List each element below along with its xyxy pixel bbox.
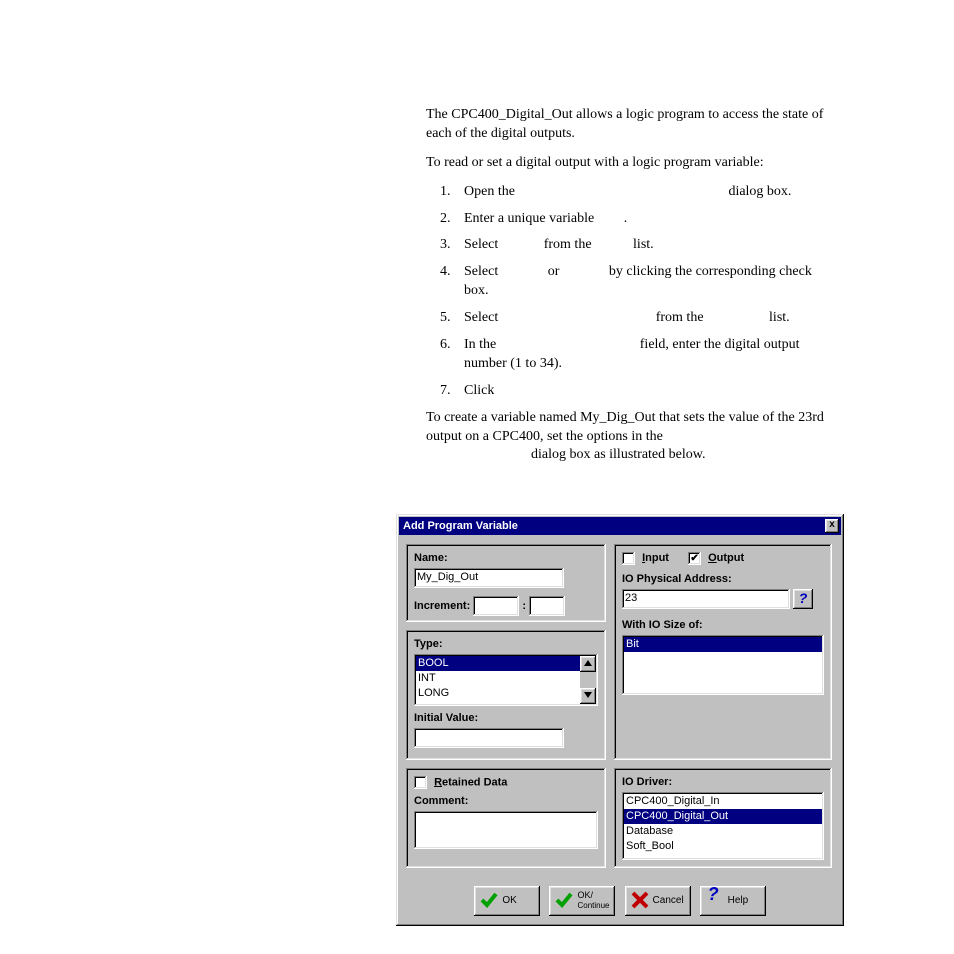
checkbox-unchecked-icon [414, 776, 427, 789]
io-address-label: IO Physical Address: [622, 573, 824, 585]
io-driver-item-database[interactable]: Database [624, 824, 822, 839]
checkmark-icon [555, 891, 573, 912]
x-icon [631, 891, 649, 912]
type-item-long[interactable]: LONG [416, 686, 596, 701]
comment-label: Comment: [414, 795, 598, 807]
document-body: The CPC400_Digital_Out allows a logic pr… [426, 106, 836, 475]
checkmark-icon [480, 891, 498, 912]
name-panel: Name: My_Dig_Out Increment: : [406, 544, 606, 622]
name-input[interactable]: My_Dig_Out [414, 568, 564, 588]
type-panel: Type: BOOL INT LONG Initial Value: [406, 630, 606, 760]
io-driver-label: IO Driver: [622, 776, 824, 788]
io-address-input[interactable]: 23 [622, 589, 790, 609]
retained-data-checkbox[interactable]: Retained Data [414, 776, 598, 789]
io-driver-panel: IO Driver: CPC400_Digital_In CPC400_Digi… [614, 768, 832, 868]
question-icon: ? [708, 889, 719, 900]
io-driver-item-digital-out[interactable]: CPC400_Digital_Out [624, 809, 822, 824]
checkbox-checked-icon: ✔ [688, 552, 701, 565]
step-2: Enter a unique variable . [454, 210, 836, 229]
step-1: Open the dialog box. [454, 183, 836, 202]
type-label: Type: [414, 638, 598, 650]
type-item-int[interactable]: INT [416, 671, 596, 686]
output-checkbox[interactable]: ✔ Output [688, 552, 744, 564]
increment-input-1[interactable] [473, 596, 519, 616]
name-label: Name: [414, 552, 598, 564]
cancel-button[interactable]: Cancel [625, 886, 691, 916]
io-size-label: With IO Size of: [622, 619, 824, 631]
io-driver-listbox[interactable]: CPC400_Digital_In CPC400_Digital_Out Dat… [622, 792, 824, 860]
step-7: Click [454, 382, 836, 401]
initial-value-input[interactable] [414, 728, 564, 748]
comment-input[interactable] [414, 811, 598, 849]
add-program-variable-dialog: Add Program Variable x Name: My_Dig_Out … [396, 514, 844, 926]
chevron-down-icon [584, 692, 592, 698]
type-scrollbar[interactable] [580, 656, 596, 704]
step-3: Select from the list. [454, 236, 836, 255]
comment-panel: Retained Data Comment: [406, 768, 606, 868]
io-driver-item-soft-bool[interactable]: Soft_Bool [624, 839, 822, 854]
close-button[interactable]: x [825, 519, 839, 533]
checkbox-unchecked-icon [622, 552, 635, 565]
step-5: Select from the list. [454, 309, 836, 328]
io-size-listbox[interactable]: Bit [622, 635, 824, 695]
type-listbox[interactable]: BOOL INT LONG [414, 654, 598, 706]
intro-paragraph: The CPC400_Digital_Out allows a logic pr… [426, 106, 836, 144]
scroll-up-button[interactable] [580, 656, 596, 672]
initial-value-label: Initial Value: [414, 712, 598, 724]
chevron-up-icon [584, 660, 592, 666]
dialog-title: Add Program Variable [403, 520, 518, 532]
increment-label: Increment: [414, 600, 470, 612]
question-icon: ? [799, 590, 808, 606]
input-checkbox[interactable]: Input [622, 552, 672, 564]
step-4: Select or by clicking the corresponding … [454, 263, 836, 301]
example-paragraph: To create a variable named My_Dig_Out th… [426, 409, 836, 466]
io-driver-item-digital-in[interactable]: CPC400_Digital_In [624, 794, 822, 809]
close-icon: x [829, 519, 835, 530]
increment-input-2[interactable] [529, 596, 565, 616]
type-item-bool[interactable]: BOOL [416, 656, 596, 671]
lead-sentence: To read or set a digital output with a l… [426, 154, 836, 173]
io-address-help-button[interactable]: ? [793, 589, 813, 609]
dialog-button-row: OK OK/ Continue Cancel ? Help [396, 886, 844, 916]
steps-list: Open the dialog box. Enter a unique vari… [426, 183, 836, 401]
ok-button[interactable]: OK [474, 886, 540, 916]
step-6: In the field, enter the digital output n… [454, 336, 836, 374]
ok-continue-button[interactable]: OK/ Continue [549, 886, 615, 916]
dialog-titlebar[interactable]: Add Program Variable x [399, 517, 841, 535]
scroll-down-button[interactable] [580, 688, 596, 704]
io-size-item-bit[interactable]: Bit [624, 637, 822, 652]
io-panel: Input ✔ Output IO Physical Address: 23 ?… [614, 544, 832, 760]
help-button[interactable]: ? Help [700, 886, 766, 916]
